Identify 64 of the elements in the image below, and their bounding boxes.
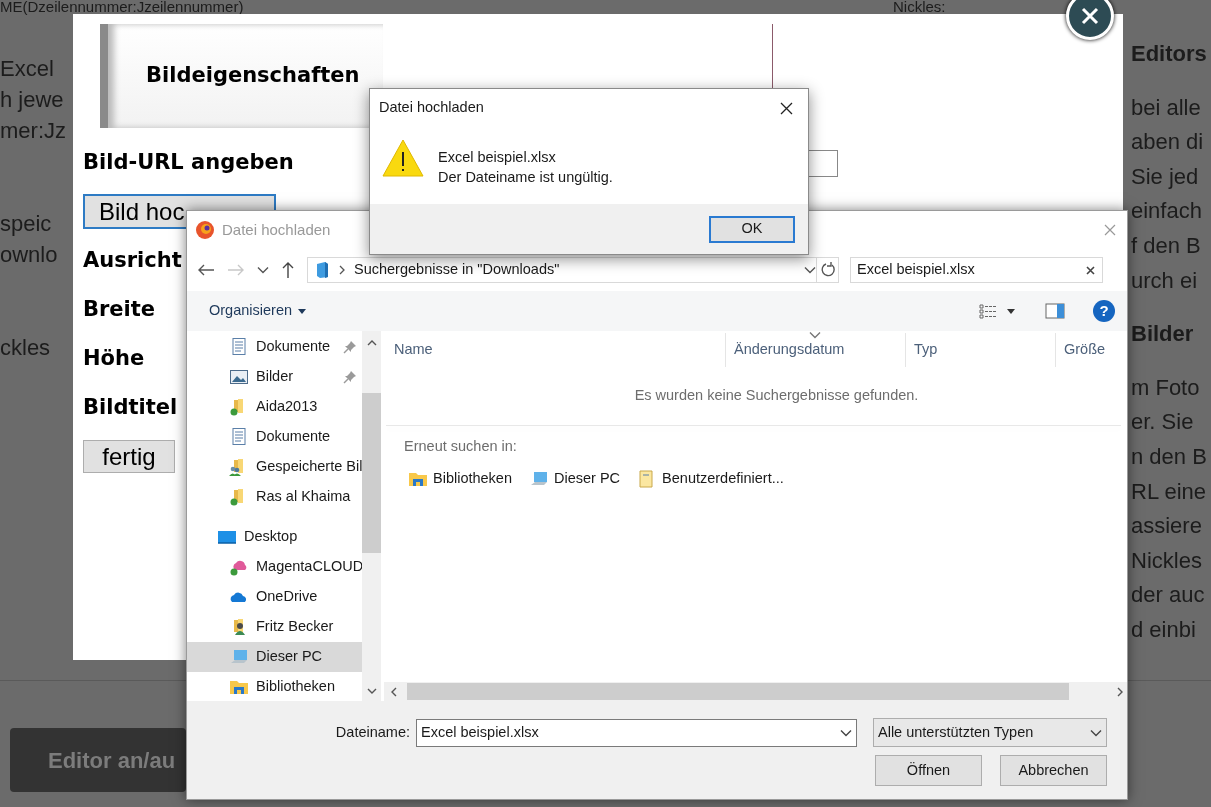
text-fragment: ownlo	[0, 241, 58, 269]
text-fragment: m Foto	[1131, 373, 1200, 402]
nav-item[interactable]: Dokumente	[187, 332, 362, 362]
search-field[interactable]: Excel beispiel.xlsx	[850, 257, 1103, 283]
open-button[interactable]: Öffnen	[875, 755, 982, 786]
help-button[interactable]: ?	[1093, 300, 1115, 322]
column-header[interactable]: Größe	[1056, 333, 1124, 367]
text-fragment: n den B	[1131, 442, 1207, 471]
text-fragment: urch ei	[1131, 266, 1198, 295]
text-fragment: Nickles:	[893, 0, 946, 14]
text-fragment: er. Sie	[1131, 408, 1194, 437]
ok-button[interactable]: OK	[709, 215, 795, 243]
nav-item[interactable]: Dokumente	[187, 422, 362, 452]
section-label: Erneut suchen in:	[404, 438, 517, 454]
text-fragment: Nickles	[1131, 546, 1202, 575]
empty-message: Es wurden keine Suchergebnisse gefunden.	[634, 386, 919, 406]
nav-item[interactable]: Aida2013	[187, 392, 362, 422]
text-fragment: d einbi	[1131, 615, 1196, 644]
organize-menu[interactable]: Organisieren	[209, 300, 306, 322]
location-link[interactable]: Benutzerdefiniert...	[637, 467, 784, 490]
done-button[interactable]: fertig	[83, 440, 175, 473]
nav-item[interactable]: Bibliotheken	[187, 672, 362, 701]
column-header[interactable]: Typ	[906, 333, 1056, 367]
nav-item[interactable]: Gespeicherte Bil	[187, 452, 362, 482]
text-fragment: mer:Jz	[0, 117, 66, 145]
text-fragment: ckles	[0, 334, 51, 362]
file-type-dropdown[interactable]: Alle unterstützten Typen	[873, 718, 1107, 747]
column-header[interactable]: Änderungsdatum	[726, 333, 906, 367]
nav-item[interactable]: Fritz Becker	[187, 612, 362, 642]
text-fragment: f den B	[1131, 231, 1201, 260]
filename-field[interactable]: Excel beispiel.xlsx	[416, 718, 857, 747]
text-fragment: assiere	[1131, 512, 1202, 541]
field-label: Bild-URL angeben	[83, 148, 294, 176]
text-fragment: Sie jed	[1131, 162, 1199, 191]
text-fragment: h jewe	[0, 86, 64, 114]
heading-fragment: Editors	[1131, 40, 1207, 68]
cancel-button[interactable]: Abbrechen	[1000, 755, 1107, 786]
text-fragment: RL eine	[1131, 477, 1206, 506]
text-fragment: Excel	[0, 55, 54, 83]
nav-item[interactable]: MagentaCLOUD	[187, 552, 362, 582]
location-link[interactable]: Bibliotheken	[408, 467, 512, 490]
field-label: Bildtitel	[83, 393, 178, 421]
heading-fragment: Bilder	[1131, 320, 1194, 349]
text-fragment: speic	[0, 210, 52, 238]
address-bar[interactable]: Suchergebnisse in "Downloads"	[307, 257, 817, 283]
field-label: Breite	[83, 295, 156, 323]
field-label: Dateiname:	[335, 722, 410, 742]
text-fragment: ME(Dzeilennummer:Jzeilennummer)	[0, 0, 244, 14]
nav-item[interactable]: Desktop	[187, 522, 362, 552]
text-fragment: einfach	[1131, 197, 1202, 226]
message-text: Der Dateiname ist ungültig.	[438, 168, 613, 187]
address-text: Suchergebnisse in "Downloads"	[354, 260, 561, 280]
location-link[interactable]: Dieser PC	[529, 467, 621, 490]
text-fragment: der auc	[1131, 581, 1205, 610]
field-label: Höhe	[83, 344, 145, 372]
nav-item[interactable]: OneDrive	[187, 582, 362, 612]
text-fragment: aben di	[1131, 128, 1204, 157]
nav-item[interactable]: Ras al Khaima	[187, 482, 362, 512]
text-fragment: bei alle	[1131, 93, 1201, 122]
column-header[interactable]: Name	[386, 333, 726, 367]
nav-item[interactable]: Bilder	[187, 362, 362, 392]
nav-item[interactable]: Dieser PC	[187, 642, 362, 672]
field-label: Ausricht	[83, 246, 182, 274]
message-text: Excel beispiel.xlsx	[438, 148, 557, 167]
